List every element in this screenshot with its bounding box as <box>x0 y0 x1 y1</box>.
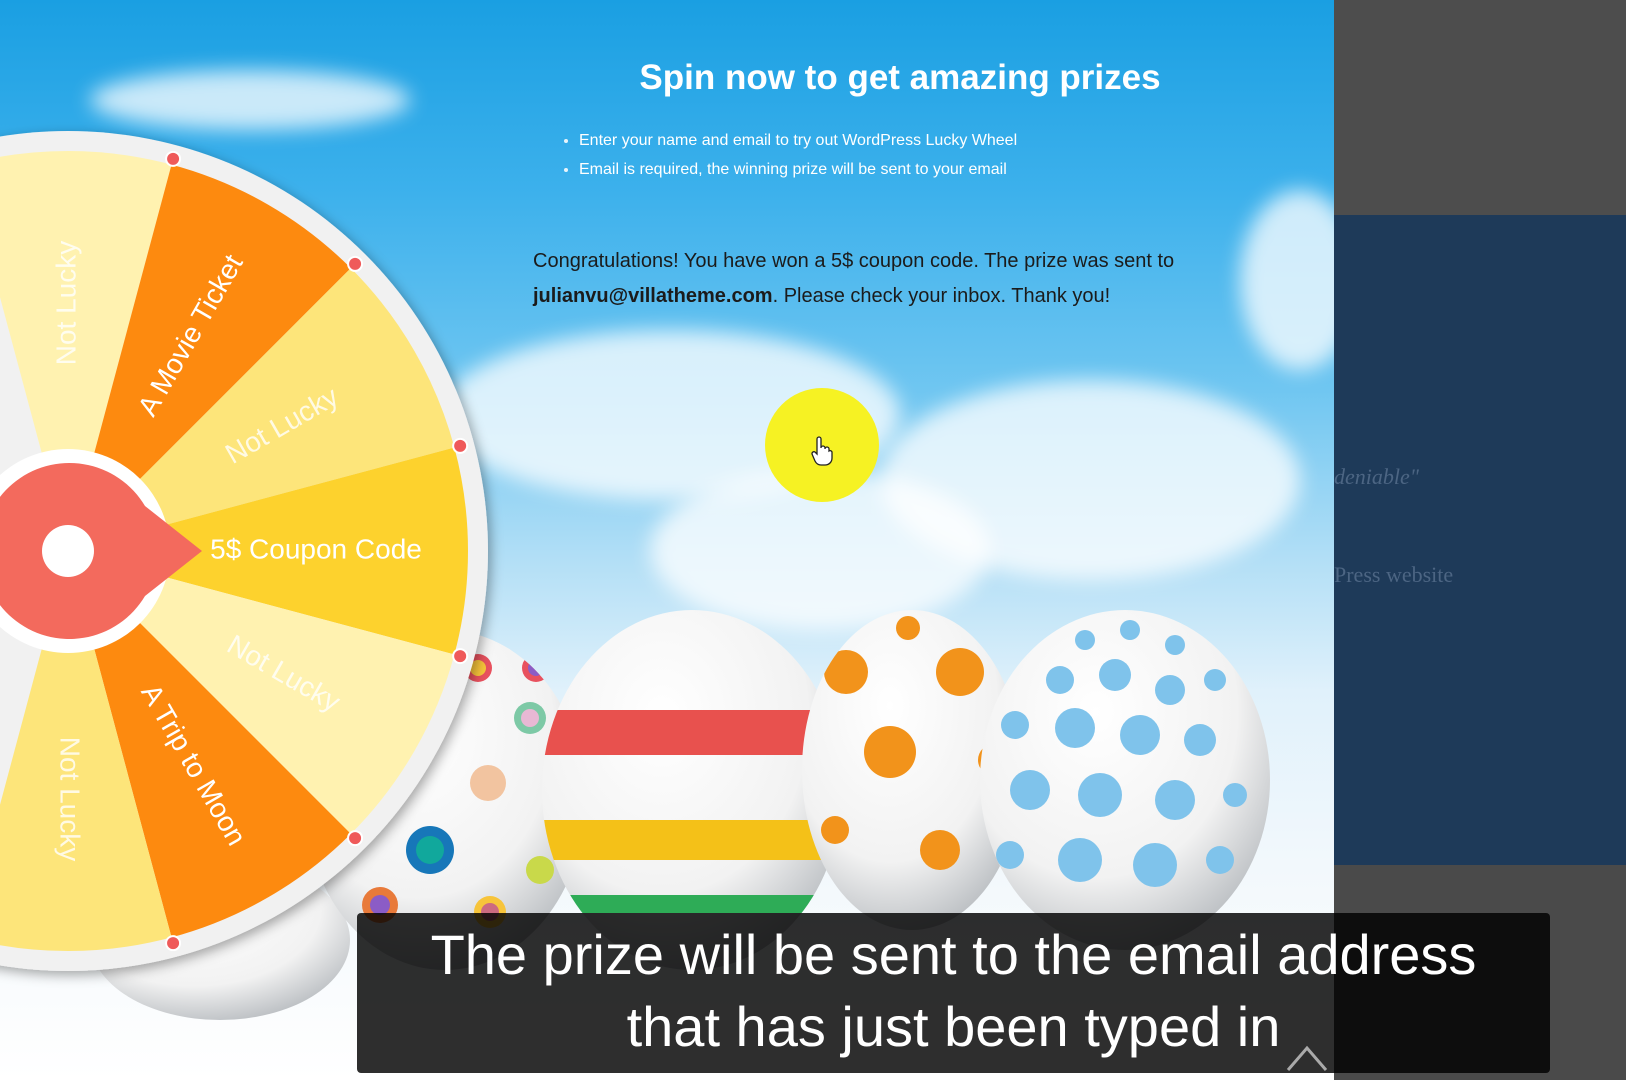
wheel-slice-label: Not Lucky <box>50 241 81 366</box>
wheel-peg <box>347 830 364 847</box>
wheel-pointer-hole <box>42 525 94 577</box>
wheel-peg <box>452 648 469 665</box>
page-background-panel <box>1334 215 1626 865</box>
background-site-text: Press website <box>1334 562 1454 587</box>
wheel-peg <box>347 255 364 272</box>
wheel-peg <box>452 437 469 454</box>
video-subtitle: The prize will be sent to the email addr… <box>357 913 1550 1073</box>
wheel-slice-label: Not Lucky <box>55 737 86 862</box>
close-icon[interactable] <box>1282 1040 1332 1076</box>
background-quote-text: deniable" <box>1334 464 1419 489</box>
subtitle-line-2: that has just been typed in <box>626 995 1281 1058</box>
wheel-slice-label: 5$ Coupon Code <box>210 533 422 564</box>
page-background-top <box>1334 0 1626 215</box>
wheel-peg <box>165 935 182 952</box>
wheel-peg <box>165 150 182 167</box>
subtitle-line-1: The prize will be sent to the email addr… <box>430 923 1477 986</box>
